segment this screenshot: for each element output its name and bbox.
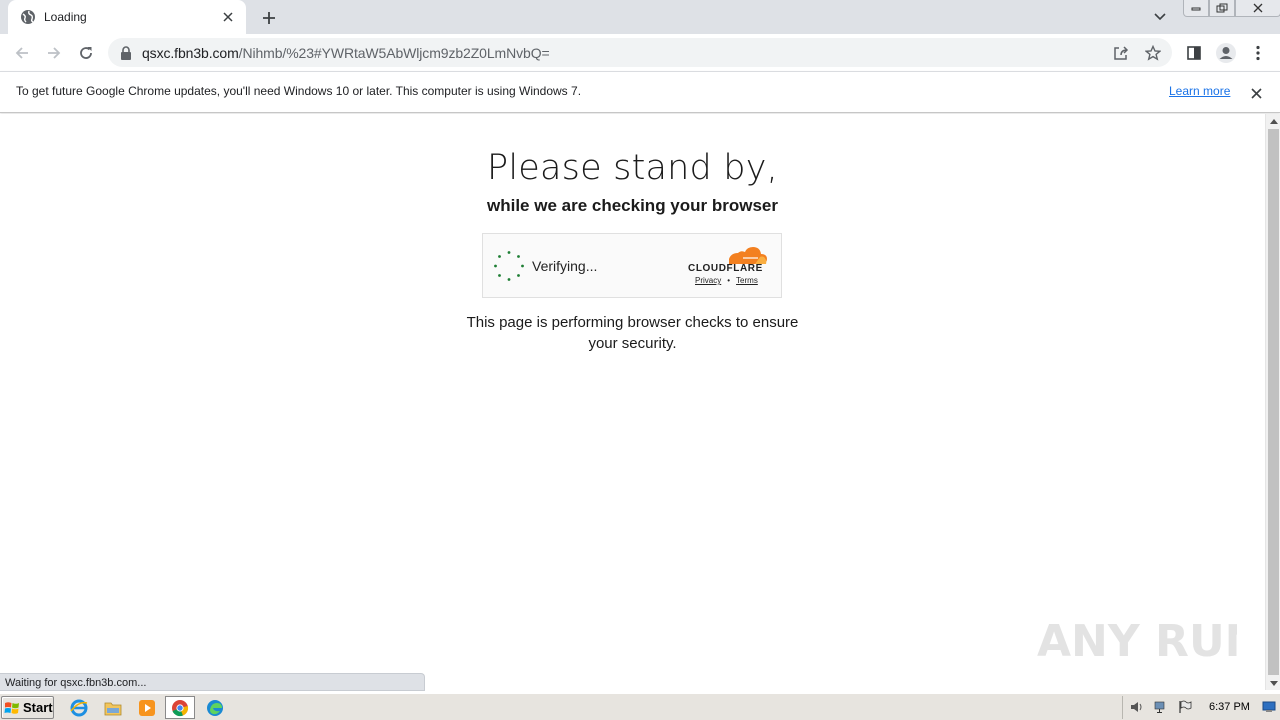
taskbar-clock[interactable]: 6:37 PM [1209,701,1250,713]
cloudflare-challenge-widget: Verifying... CLOUDFLARE Privacy • Terms [482,233,782,298]
system-tray: 6:37 PM [1122,696,1280,719]
tab-strip: Loading [0,0,1280,34]
close-tab-icon[interactable] [220,9,236,25]
spinner-icon [494,251,524,281]
start-label: Start [23,700,53,715]
restore-icon[interactable] [1209,0,1235,17]
scrollbar-thumb[interactable] [1268,129,1279,675]
terms-link[interactable]: Terms [736,276,758,285]
browser-toolbar: qsxc.fbn3b.com/Nihmb/%23#YWRtaW5AbWljcm9… [0,34,1280,71]
tab-title: Loading [44,10,87,24]
menu-kebab-icon[interactable] [1246,41,1270,65]
scroll-up-arrow-icon[interactable] [1266,114,1280,128]
security-message-line1: This page is performing browser checks t… [466,314,799,331]
update-infobar: To get future Google Chrome updates, you… [0,71,1280,113]
address-bar[interactable]: qsxc.fbn3b.com/Nihmb/%23#YWRtaW5AbWljcm9… [108,38,1172,67]
profile-avatar-icon[interactable] [1214,41,1238,65]
reload-icon[interactable] [74,41,98,65]
minimize-icon[interactable] [1183,0,1209,17]
verifying-text: Verifying... [532,258,598,274]
infobar-message: To get future Google Chrome updates, you… [16,84,582,98]
status-bubble: Waiting for qsxc.fbn3b.com... [0,673,425,691]
infobar-close-icon[interactable] [1247,84,1265,102]
back-arrow-icon[interactable] [10,41,34,65]
start-button[interactable]: Start [1,696,54,719]
browser-tab[interactable]: Loading [8,0,246,34]
volume-icon[interactable] [1129,699,1145,715]
url-host: qsxc.fbn3b.com [142,44,239,61]
cloudflare-wordmark: CLOUDFLARE [688,263,763,274]
window-controls [1183,0,1280,18]
new-tab-icon[interactable] [258,7,280,29]
show-desktop-icon[interactable] [1261,699,1277,715]
share-icon[interactable] [1112,44,1130,62]
anyrun-watermark-logo: ANY RUN [1037,608,1262,668]
forward-arrow-icon[interactable] [42,41,66,65]
chrome-taskbar-icon[interactable] [165,696,195,719]
watermark-text: ANY RUN [1037,616,1237,667]
url-path: /Nihmb/%23#YWRtaW5AbWljcm9zb2Z0LmNvbQ= [238,44,550,61]
internet-explorer-icon[interactable] [68,697,90,719]
edge-icon[interactable] [204,697,226,719]
privacy-link[interactable]: Privacy [695,276,721,285]
network-icon[interactable] [1153,699,1169,715]
page-headline: Please stand by, [487,148,778,188]
security-message-line2: your security. [588,335,677,352]
tab-search-chevron-icon[interactable] [1150,8,1170,26]
close-window-icon[interactable] [1235,0,1280,17]
url-text: qsxc.fbn3b.com/Nihmb/%23#YWRtaW5AbWljcm9… [142,45,550,61]
page-content: Please stand by, while we are checking y… [0,114,1265,690]
action-center-flag-icon[interactable] [1177,699,1193,715]
lock-icon[interactable] [118,45,134,61]
link-separator: • [727,276,731,285]
windows-flag-icon [4,701,19,714]
windows-taskbar: Start 6:37 PM [0,693,1280,720]
side-panel-icon[interactable] [1182,41,1206,65]
bookmark-star-icon[interactable] [1144,44,1162,62]
globe-icon [20,9,36,25]
file-explorer-icon[interactable] [102,697,124,719]
media-player-icon[interactable] [136,697,158,719]
vertical-scrollbar[interactable] [1265,114,1280,690]
scroll-down-arrow-icon[interactable] [1266,676,1280,690]
security-message: This page is performing browser checks t… [0,312,1265,354]
page-subheadline: while we are checking your browser [487,196,778,215]
learn-more-link[interactable]: Learn more [1169,84,1230,98]
cloudflare-links: Privacy • Terms [695,276,758,285]
